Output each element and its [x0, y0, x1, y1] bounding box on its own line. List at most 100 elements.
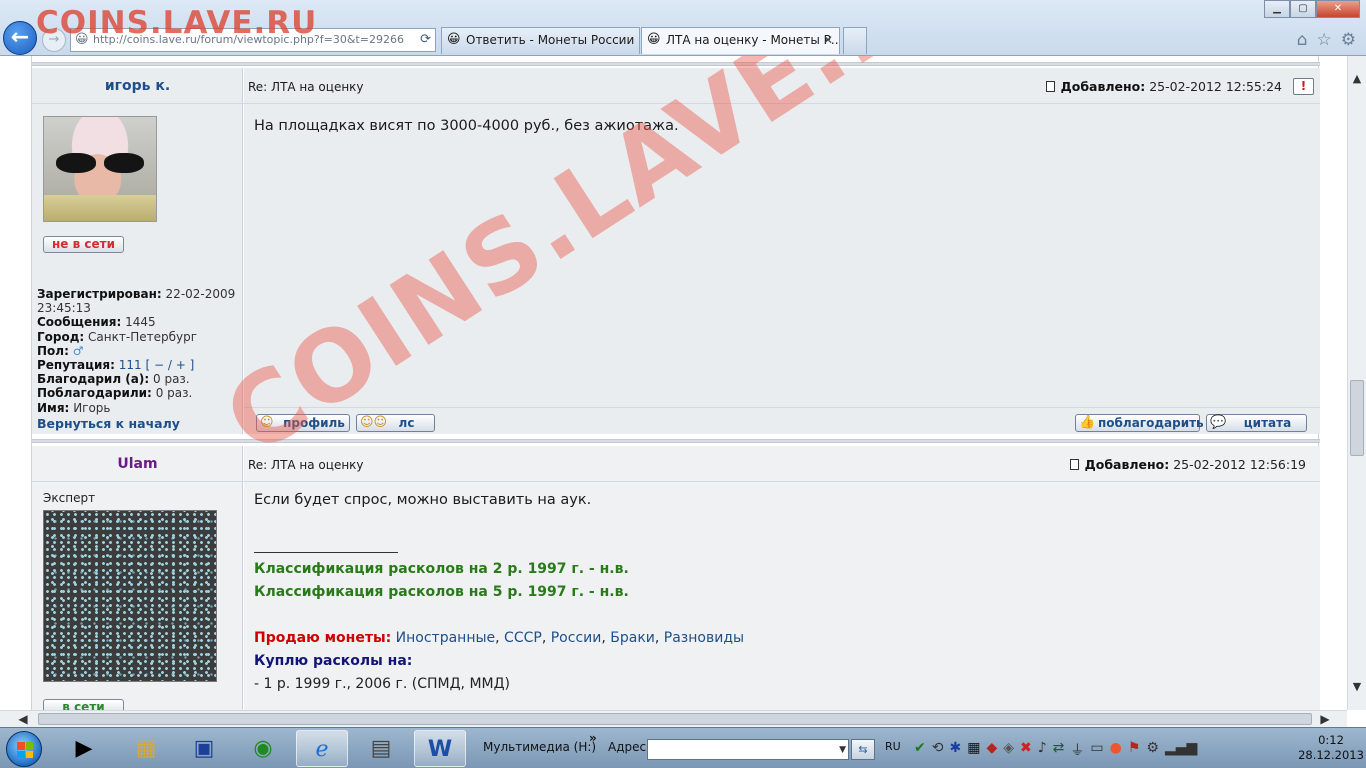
- sell-link-foreign[interactable]: Иностранные: [396, 630, 495, 646]
- report-post-icon[interactable]: !: [1293, 78, 1314, 95]
- post-header: игорь к. Re: ЛТА на оценку Добавлено: 25…: [32, 68, 1320, 104]
- minimize-button[interactable]: ▁: [1264, 0, 1290, 18]
- online-status-badge: в сети: [43, 699, 124, 710]
- media-player-icon[interactable]: ▶: [58, 730, 110, 767]
- horizontal-scroll-thumb[interactable]: [38, 713, 1312, 725]
- taskbar-clock[interactable]: 0:12 28.12.2013: [1298, 733, 1364, 763]
- tray-update-icon[interactable]: ◈: [1003, 740, 1014, 760]
- tray-firewall-icon[interactable]: ✖: [1020, 740, 1032, 760]
- tray-flag-icon[interactable]: ⚑: [1128, 740, 1141, 760]
- profile-button[interactable]: ☺ профиль: [256, 414, 350, 432]
- offline-status-badge: не в сети: [43, 236, 124, 253]
- reputation-minus-link[interactable]: −: [154, 358, 164, 372]
- settings-gear-icon[interactable]: ⚙: [1341, 30, 1356, 50]
- sell-link-ussr[interactable]: СССР: [504, 630, 542, 646]
- post-body: На площадках висят по 3000-4000 руб., бе…: [254, 118, 679, 134]
- tray-monitor-icon[interactable]: ▭: [1090, 740, 1103, 760]
- name-label: Имя:: [37, 400, 70, 415]
- tray-security-icon[interactable]: ✔: [914, 740, 926, 760]
- taskbar-go-button[interactable]: ⇆: [851, 739, 875, 760]
- got-thanks-value: 0 раз.: [155, 386, 193, 401]
- maximize-button[interactable]: ▢: [1290, 0, 1316, 18]
- post-separator: [32, 439, 1320, 443]
- vertical-scroll-thumb[interactable]: [1350, 380, 1364, 456]
- tab-favicon-icon: 😀: [647, 32, 661, 47]
- scroll-left-icon[interactable]: ◀: [14, 711, 32, 727]
- pm-users-icon: ☺☺: [360, 415, 388, 430]
- watermark-logo-top: COINS.LAVE.RU: [36, 5, 318, 41]
- tray-sync-icon[interactable]: ⟲: [932, 740, 944, 760]
- tab-title: Ответить - Монеты России и ...: [466, 33, 639, 47]
- tray-bluetooth-icon[interactable]: ✱: [949, 740, 961, 760]
- back-to-top-link[interactable]: Вернуться к началу: [37, 416, 180, 431]
- reputation-plus-link[interactable]: +: [176, 358, 186, 372]
- tab-lta[interactable]: 😀 ЛТА на оценку - Монеты Р... ✕: [641, 27, 840, 54]
- sell-link-varieties[interactable]: Разновиды: [664, 630, 744, 646]
- close-window-button[interactable]: ✕: [1316, 0, 1360, 18]
- new-tab-button[interactable]: [843, 27, 867, 54]
- toolbar-multimedia-label[interactable]: Мультимедиа (H:): [483, 740, 596, 754]
- quote-button[interactable]: 💬 цитата: [1206, 414, 1307, 432]
- signature-classification-link[interactable]: Классификация расколов на 5 р. 1997 г. -…: [254, 584, 629, 600]
- post-author[interactable]: игорь к.: [32, 78, 243, 94]
- sell-link-errors[interactable]: Браки: [610, 630, 655, 646]
- refresh-icon[interactable]: ⟳: [420, 29, 431, 51]
- tab-reply[interactable]: 😀 Ответить - Монеты России и ...: [441, 27, 640, 54]
- sell-link-russia[interactable]: России: [551, 630, 602, 646]
- tray-volume-icon[interactable]: ♪: [1038, 740, 1047, 760]
- scroll-right-icon[interactable]: ▶: [1316, 711, 1334, 727]
- scroll-up-icon[interactable]: ▲: [1348, 70, 1366, 88]
- post-subject: Re: ЛТА на оценку: [248, 80, 364, 94]
- tab-close-icon[interactable]: ✕: [823, 28, 833, 53]
- post-footer-divider: [244, 407, 1320, 408]
- floppy-save-icon[interactable]: ▣: [178, 730, 230, 767]
- user-rank: Эксперт: [43, 491, 96, 505]
- avatar: [43, 510, 217, 682]
- post-date: Добавлено: 25-02-2012 12:56:19: [1069, 457, 1306, 472]
- scanner-app-icon[interactable]: ▤: [355, 730, 407, 767]
- post-author-column: Эксперт в сети: [32, 446, 243, 710]
- thanked-label: Благодарил (а):: [37, 372, 150, 387]
- post-date: Добавлено: 25-02-2012 12:55:24: [1045, 79, 1282, 94]
- dropdown-arrow-icon[interactable]: ▼: [839, 741, 846, 759]
- city-label: Город:: [37, 329, 85, 344]
- private-message-button[interactable]: ☺☺ лс: [356, 414, 435, 432]
- word-app-icon[interactable]: W: [414, 730, 466, 767]
- profile-button-label: профиль: [283, 416, 345, 430]
- post-body: Если будет спрос, можно выставить на аук…: [254, 492, 592, 508]
- reputation-value[interactable]: 111: [119, 358, 142, 372]
- tray-signal-icon[interactable]: ▂▄▆: [1165, 740, 1197, 760]
- post-author[interactable]: Ulam: [32, 456, 243, 472]
- explorer-folder-icon[interactable]: ▦: [120, 730, 172, 767]
- tray-network-icon[interactable]: ⇄: [1053, 740, 1065, 760]
- thank-button[interactable]: 👍 поблагодарить: [1075, 414, 1204, 432]
- taskbar-address-label: Адрес: [608, 740, 647, 754]
- tray-alert-icon[interactable]: ●: [1110, 740, 1122, 760]
- back-button[interactable]: ←: [3, 21, 37, 55]
- tray-usb-icon[interactable]: ⏚: [1070, 740, 1084, 760]
- network-app-icon[interactable]: ◉: [237, 730, 289, 767]
- forum-topic: не в сети Зарегистрирован: 22-02-2009 23…: [31, 56, 1320, 710]
- quote-bubble-icon: 💬: [1210, 415, 1227, 430]
- windows-logo-icon: [17, 742, 33, 758]
- avatar-blanket: [44, 195, 156, 221]
- internet-explorer-icon[interactable]: ℯ: [296, 730, 348, 767]
- posted-label: Добавлено:: [1084, 457, 1170, 472]
- home-icon[interactable]: ⌂: [1297, 30, 1308, 50]
- signature-classification-link[interactable]: Классификация расколов на 2 р. 1997 г. -…: [254, 561, 629, 577]
- tab-favicon-icon: 😀: [447, 32, 461, 47]
- favorites-star-icon[interactable]: ☆: [1317, 30, 1332, 50]
- tray-remote-icon[interactable]: ⚙: [1146, 740, 1159, 760]
- tray-antivirus-icon[interactable]: ◆: [986, 740, 997, 760]
- profile-user-icon: ☺: [260, 415, 274, 430]
- signature-divider: [254, 552, 398, 553]
- tray-calendar-icon[interactable]: ▦: [967, 740, 980, 760]
- horizontal-scrollbar[interactable]: ◀ ▶: [0, 710, 1347, 727]
- language-indicator[interactable]: RU: [885, 740, 901, 753]
- vertical-scrollbar[interactable]: ▲ ▼: [1347, 56, 1366, 710]
- start-button[interactable]: [6, 731, 42, 767]
- toolbar-chevron-icon[interactable]: »: [589, 731, 597, 745]
- scroll-down-icon[interactable]: ▼: [1348, 678, 1366, 696]
- page-viewport: не в сети Зарегистрирован: 22-02-2009 23…: [0, 56, 1366, 710]
- taskbar-address-input[interactable]: ▼: [647, 739, 849, 760]
